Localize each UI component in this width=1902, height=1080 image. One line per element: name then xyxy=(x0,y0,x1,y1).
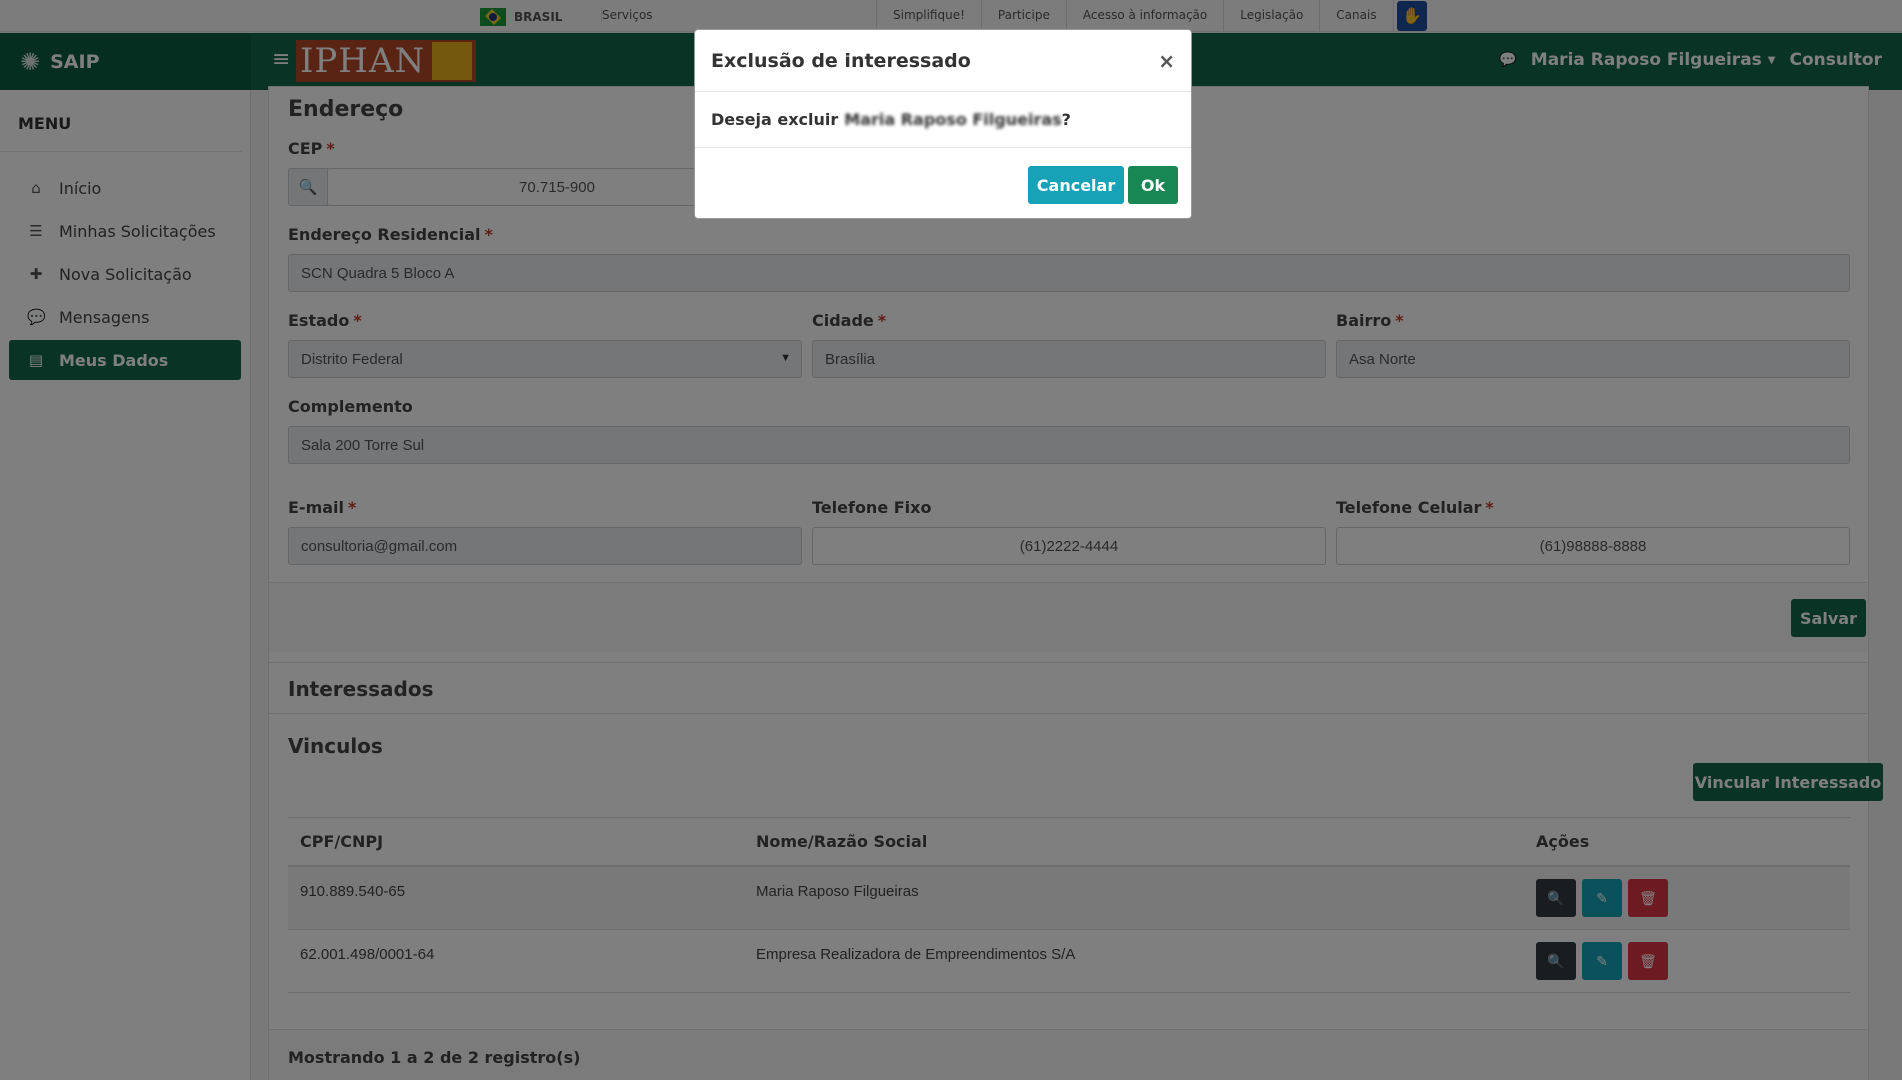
modal-question-name: Maria Raposo Filgueiras xyxy=(844,110,1062,129)
cancel-button[interactable]: Cancelar xyxy=(1028,166,1124,204)
modal-header: Exclusão de interessado × xyxy=(695,30,1191,92)
ok-button[interactable]: Ok xyxy=(1128,166,1178,204)
close-icon[interactable]: × xyxy=(1158,49,1175,73)
delete-modal: Exclusão de interessado × Deseja excluir… xyxy=(694,29,1192,219)
modal-title: Exclusão de interessado xyxy=(711,49,971,72)
modal-question-prefix: Deseja excluir xyxy=(711,110,839,129)
modal-question-suffix: ? xyxy=(1061,110,1071,129)
modal-body: Deseja excluir Maria Raposo Filgueiras ? xyxy=(695,92,1191,148)
